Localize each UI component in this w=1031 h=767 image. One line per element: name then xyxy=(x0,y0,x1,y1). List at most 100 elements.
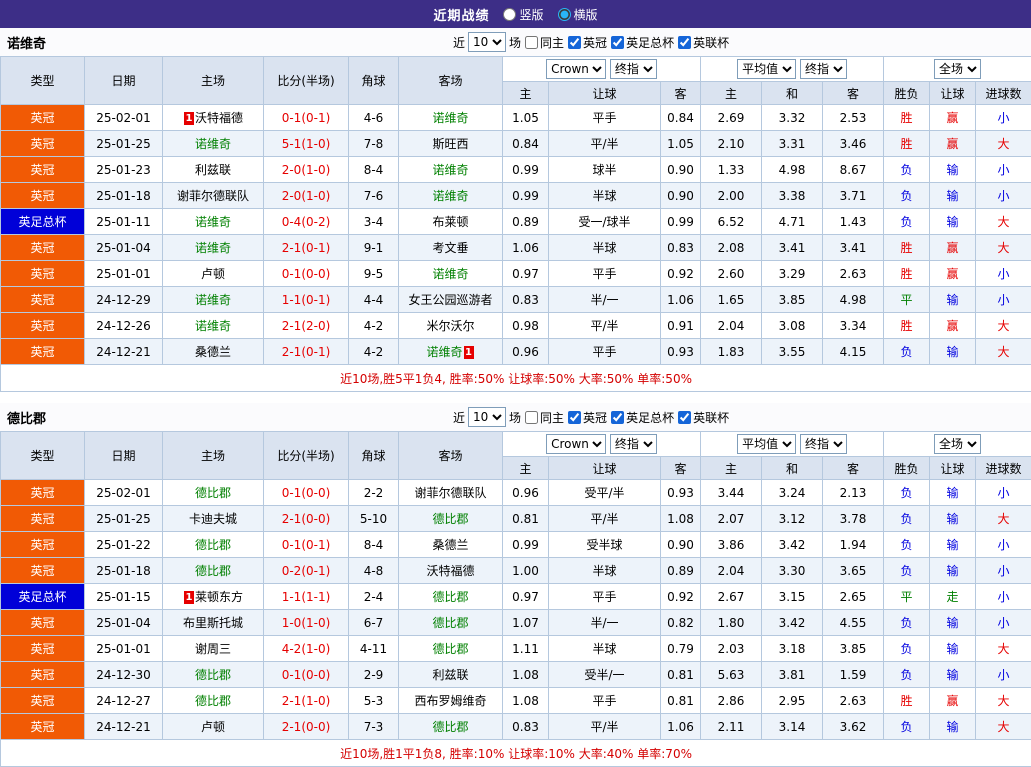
team-link[interactable]: 诺维奇 xyxy=(195,137,231,151)
score-cell[interactable]: 2-0(1-0) xyxy=(264,183,349,209)
score-cell[interactable]: 0-1(0-1) xyxy=(264,532,349,558)
score-cell[interactable]: 0-4(0-2) xyxy=(264,209,349,235)
team-link[interactable]: 利兹联 xyxy=(432,668,468,682)
team-link[interactable]: 诺维奇 xyxy=(195,215,231,229)
team-link[interactable]: 德比郡 xyxy=(432,616,468,630)
league-type-cell[interactable]: 英冠 xyxy=(1,183,85,209)
score-cell[interactable]: 2-1(1-0) xyxy=(264,688,349,714)
score-cell[interactable]: 0-2(0-1) xyxy=(264,558,349,584)
team-link[interactable]: 诺维奇 xyxy=(432,267,468,281)
team-link[interactable]: 谢菲尔德联队 xyxy=(177,189,249,203)
final-odds-select-2[interactable]: 终指 xyxy=(800,59,847,79)
score-cell[interactable]: 0-1(0-0) xyxy=(264,480,349,506)
league-eflcup-checkbox[interactable] xyxy=(678,411,691,424)
league-championship-option[interactable]: 英冠 xyxy=(567,409,607,426)
team-link[interactable]: 莱顿东方 xyxy=(195,590,243,604)
score-cell[interactable]: 2-1(2-0) xyxy=(264,313,349,339)
league-type-cell[interactable]: 英冠 xyxy=(1,636,85,662)
team-link[interactable]: 诺维奇 xyxy=(195,293,231,307)
average-select[interactable]: 平均值 xyxy=(737,59,796,79)
league-eflcup-option[interactable]: 英联杯 xyxy=(677,34,729,51)
league-type-cell[interactable]: 英冠 xyxy=(1,313,85,339)
vertical-layout-radio[interactable] xyxy=(503,8,516,21)
team-link[interactable]: 谢菲尔德联队 xyxy=(414,486,486,500)
league-type-cell[interactable]: 英冠 xyxy=(1,105,85,131)
team-link[interactable]: 德比郡 xyxy=(432,642,468,656)
league-type-cell[interactable]: 英冠 xyxy=(1,157,85,183)
team-link[interactable]: 卢顿 xyxy=(201,267,225,281)
final-odds-select[interactable]: 终指 xyxy=(610,434,657,454)
score-cell[interactable]: 0-1(0-1) xyxy=(264,105,349,131)
team-link[interactable]: 桑德兰 xyxy=(432,538,468,552)
same-home-checkbox[interactable] xyxy=(525,411,538,424)
score-cell[interactable]: 0-1(0-0) xyxy=(264,662,349,688)
score-cell[interactable]: 2-1(0-1) xyxy=(264,339,349,365)
final-odds-select[interactable]: 终指 xyxy=(610,59,657,79)
league-facup-option[interactable]: 英足总杯 xyxy=(610,34,674,51)
bookmaker-select[interactable]: Crown xyxy=(546,434,606,454)
team-link[interactable]: 诺维奇 xyxy=(195,241,231,255)
team-link[interactable]: 德比郡 xyxy=(432,512,468,526)
average-select[interactable]: 平均值 xyxy=(737,434,796,454)
team-link[interactable]: 德比郡 xyxy=(195,668,231,682)
team-link[interactable]: 德比郡 xyxy=(432,590,468,604)
team-link[interactable]: 沃特福德 xyxy=(195,111,243,125)
league-type-cell[interactable]: 英冠 xyxy=(1,131,85,157)
league-type-cell[interactable]: 英冠 xyxy=(1,532,85,558)
score-cell[interactable]: 1-1(0-1) xyxy=(264,287,349,313)
team-link[interactable]: 诺维奇 xyxy=(426,345,462,359)
same-home-checkbox[interactable] xyxy=(525,36,538,49)
league-eflcup-checkbox[interactable] xyxy=(678,36,691,49)
team-link[interactable]: 诺维奇 xyxy=(432,111,468,125)
score-cell[interactable]: 2-1(0-0) xyxy=(264,506,349,532)
league-championship-checkbox[interactable] xyxy=(568,36,581,49)
team-link[interactable]: 诺维奇 xyxy=(432,163,468,177)
score-cell[interactable]: 2-1(0-0) xyxy=(264,714,349,740)
league-type-cell[interactable]: 英冠 xyxy=(1,558,85,584)
score-cell[interactable]: 1-1(1-1) xyxy=(264,584,349,610)
team-link[interactable]: 米尔沃尔 xyxy=(426,319,474,333)
bookmaker-select[interactable]: Crown xyxy=(546,59,606,79)
team-link[interactable]: 沃特福德 xyxy=(426,564,474,578)
full-match-select[interactable]: 全场 xyxy=(934,59,981,79)
league-type-cell[interactable]: 英冠 xyxy=(1,714,85,740)
league-type-cell[interactable]: 英足总杯 xyxy=(1,584,85,610)
horizontal-layout-radio[interactable] xyxy=(558,8,571,21)
league-type-cell[interactable]: 英冠 xyxy=(1,261,85,287)
score-cell[interactable]: 2-0(1-0) xyxy=(264,157,349,183)
league-facup-checkbox[interactable] xyxy=(611,411,624,424)
layout-horizontal-option[interactable]: 横版 xyxy=(558,6,598,23)
score-cell[interactable]: 4-2(1-0) xyxy=(264,636,349,662)
team-link[interactable]: 德比郡 xyxy=(195,564,231,578)
league-type-cell[interactable]: 英冠 xyxy=(1,287,85,313)
team-link[interactable]: 布莱顿 xyxy=(432,215,468,229)
score-cell[interactable]: 0-1(0-0) xyxy=(264,261,349,287)
team-link[interactable]: 女王公园巡游者 xyxy=(408,293,492,307)
team-link[interactable]: 斯旺西 xyxy=(432,137,468,151)
team-link[interactable]: 德比郡 xyxy=(195,694,231,708)
team-link[interactable]: 考文垂 xyxy=(432,241,468,255)
league-championship-option[interactable]: 英冠 xyxy=(567,34,607,51)
score-cell[interactable]: 5-1(1-0) xyxy=(264,131,349,157)
league-championship-checkbox[interactable] xyxy=(568,411,581,424)
layout-vertical-option[interactable]: 竖版 xyxy=(503,6,543,23)
league-type-cell[interactable]: 英冠 xyxy=(1,339,85,365)
final-odds-select-2[interactable]: 终指 xyxy=(800,434,847,454)
same-home-option[interactable]: 同主 xyxy=(524,34,564,51)
team-link[interactable]: 德比郡 xyxy=(195,538,231,552)
team-link[interactable]: 诺维奇 xyxy=(432,189,468,203)
league-type-cell[interactable]: 英足总杯 xyxy=(1,209,85,235)
team-link[interactable]: 德比郡 xyxy=(432,720,468,734)
league-type-cell[interactable]: 英冠 xyxy=(1,662,85,688)
team-link[interactable]: 西布罗姆维奇 xyxy=(414,694,486,708)
score-cell[interactable]: 1-0(1-0) xyxy=(264,610,349,636)
same-home-option[interactable]: 同主 xyxy=(524,409,564,426)
team-link[interactable]: 德比郡 xyxy=(195,486,231,500)
match-count-select[interactable]: 10 xyxy=(468,32,506,52)
league-type-cell[interactable]: 英冠 xyxy=(1,610,85,636)
team-link[interactable]: 诺维奇 xyxy=(195,319,231,333)
team-link[interactable]: 布里斯托城 xyxy=(183,616,243,630)
team-link[interactable]: 利兹联 xyxy=(195,163,231,177)
league-type-cell[interactable]: 英冠 xyxy=(1,480,85,506)
league-facup-option[interactable]: 英足总杯 xyxy=(610,409,674,426)
